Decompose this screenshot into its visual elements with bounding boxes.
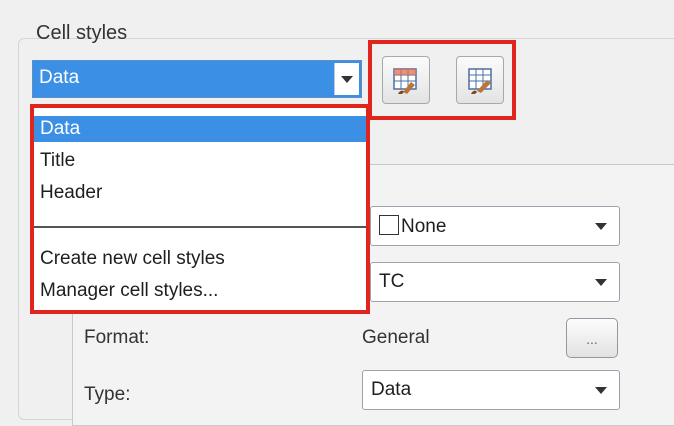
combo-dropdown-button[interactable] — [334, 63, 359, 95]
dropdown-item-data[interactable]: Data — [34, 116, 366, 142]
create-new-cell-styles-item[interactable]: Create new cell styles — [40, 246, 225, 272]
format-options-button[interactable]: ... — [566, 318, 618, 358]
table-paintbrush-icon — [468, 68, 492, 94]
dropdown-item-title[interactable]: Title — [40, 148, 75, 174]
section-label: Cell styles — [36, 22, 128, 44]
dropdown-item-header[interactable]: Header — [40, 180, 102, 206]
table-paintbrush-icon — [393, 68, 417, 94]
type-select[interactable]: Data — [362, 370, 620, 410]
color-swatch-icon — [379, 215, 399, 235]
format-label: Format: — [84, 327, 150, 348]
chevron-down-icon — [595, 387, 607, 394]
cell-style-dropdown-list: Data Title Header Create new cell styles… — [30, 104, 370, 314]
format-value: General — [362, 327, 430, 348]
fill-color-value: None — [401, 216, 447, 237]
alignment-value: TC — [379, 271, 405, 292]
type-value: Data — [371, 379, 412, 400]
cell-style-combo[interactable]: Data — [32, 60, 362, 98]
fill-color-select[interactable]: None — [370, 206, 620, 246]
manage-cell-styles-button[interactable] — [456, 56, 504, 104]
alignment-select[interactable]: TC — [370, 262, 620, 302]
type-label: Type: — [84, 384, 131, 405]
chevron-down-icon — [341, 75, 353, 83]
chevron-down-icon — [595, 223, 607, 230]
dropdown-separator — [34, 226, 366, 228]
manage-cell-styles-item[interactable]: Manager cell styles... — [40, 278, 218, 304]
chevron-down-icon — [595, 279, 607, 286]
create-cell-style-button[interactable] — [382, 56, 430, 104]
cell-style-combo-value: Data — [39, 67, 80, 88]
